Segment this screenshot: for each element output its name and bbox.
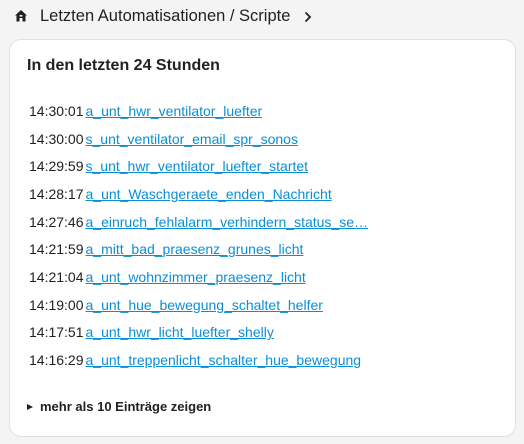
entry-time: 14:17:51: [29, 324, 84, 341]
list-item: 14:16:29 a_unt_treppenlicht_schalter_hue_…: [29, 346, 368, 374]
entry-link[interactable]: a_unt_hwr_ventilator_luefter: [86, 103, 263, 119]
entry-time: 14:29:59: [29, 158, 84, 175]
list-item: 14:30:01 a_unt_hwr_ventilator_luefter: [29, 97, 368, 125]
show-more-button[interactable]: mehr als 10 Einträge zeigen: [27, 399, 211, 414]
home-icon: [14, 9, 28, 23]
list-item: 14:29:59 s_unt_hwr_ventilator_luefter_sta…: [29, 152, 368, 180]
list-item: 14:30:00 s_unt_ventilator_email_spr_sonos: [29, 125, 368, 153]
automation-card: In den letzten 24 Stunden 14:30:01 a_unt_…: [9, 39, 516, 437]
entry-time: 14:27:46: [29, 213, 84, 230]
list-item: 14:28:17 a_unt_Waschgeraete_enden_Nachric…: [29, 180, 368, 208]
list-item: 14:19:00 a_unt_hue_bewegung_schaltet_helf…: [29, 291, 368, 319]
disclosure-triangle-icon: [27, 403, 33, 410]
chevron-right-icon[interactable]: [303, 10, 313, 23]
entry-link[interactable]: a_unt_wohnzimmer_praesenz_licht: [86, 269, 306, 285]
list-item: 14:27:46 a_einruch_fehlalarm_verhindern_s…: [29, 208, 368, 236]
list-item: 14:21:04 a_unt_wohnzimmer_praesenz_licht: [29, 263, 368, 291]
entry-time: 14:30:01: [29, 102, 84, 119]
entry-link[interactable]: a_einruch_fehlalarm_verhindern_status_se…: [86, 214, 369, 230]
entry-time: 14:19:00: [29, 296, 84, 313]
card-title: In den letzten 24 Stunden: [27, 57, 220, 74]
entry-link[interactable]: a_unt_treppenlicht_schalter_hue_bewegung: [86, 352, 362, 368]
entry-link[interactable]: a_mitt_bad_praesenz_grunes_licht: [86, 241, 304, 257]
list-item: 14:17:51 a_unt_hwr_licht_luefter_shelly: [29, 319, 368, 347]
entry-time: 14:30:00: [29, 130, 84, 147]
list-item: 14:21:59 a_mitt_bad_praesenz_grunes_licht: [29, 235, 368, 263]
entry-link[interactable]: a_unt_Waschgeraete_enden_Nachricht: [86, 186, 332, 202]
show-more-label: mehr als 10 Einträge zeigen: [40, 399, 212, 414]
entry-link[interactable]: s_unt_hwr_ventilator_luefter_startet: [86, 158, 309, 174]
entry-time: 14:16:29: [29, 352, 84, 369]
entry-link[interactable]: s_unt_ventilator_email_spr_sonos: [86, 131, 298, 147]
entry-link[interactable]: a_unt_hue_bewegung_schaltet_helfer: [86, 297, 323, 313]
entry-list: 14:30:01 a_unt_hwr_ventilator_luefter 14:3…: [29, 97, 368, 374]
header-title: Letzten Automatisationen / Scripte: [40, 6, 291, 25]
header: Letzten Automatisationen / Scripte: [14, 4, 313, 28]
entry-time: 14:28:17: [29, 185, 84, 202]
entry-link[interactable]: a_unt_hwr_licht_luefter_shelly: [86, 324, 274, 340]
entry-time: 14:21:04: [29, 268, 84, 285]
entry-time: 14:21:59: [29, 241, 84, 258]
